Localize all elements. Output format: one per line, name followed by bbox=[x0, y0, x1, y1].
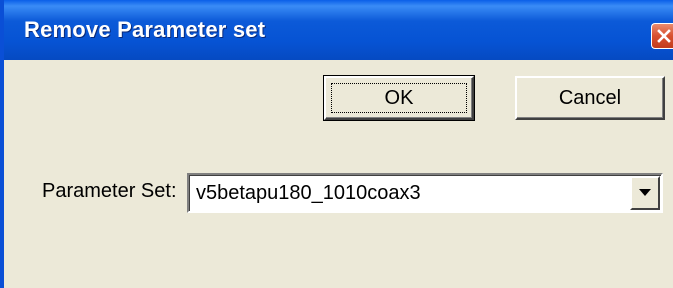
parameter-set-value: v5betapu180_1010coax3 bbox=[196, 182, 421, 204]
cancel-button-label: Cancel bbox=[558, 86, 622, 109]
remove-parameter-set-dialog: Remove Parameter set OK Cancel Parameter… bbox=[0, 0, 673, 288]
window-title: Remove Parameter set bbox=[24, 17, 266, 42]
close-button[interactable] bbox=[651, 23, 673, 49]
dialog-body: OK Cancel Parameter Set: v5betapu180_101… bbox=[8, 60, 673, 288]
parameter-set-dropdown[interactable]: v5betapu180_1010coax3 bbox=[187, 173, 663, 213]
dropdown-button[interactable] bbox=[630, 176, 660, 210]
cancel-button[interactable]: Cancel bbox=[515, 76, 665, 120]
ok-button[interactable]: OK bbox=[323, 75, 475, 121]
chevron-down-icon bbox=[639, 189, 651, 196]
parameter-set-label: Parameter Set: bbox=[42, 180, 177, 202]
focus-rectangle bbox=[331, 83, 467, 113]
close-icon bbox=[657, 29, 671, 43]
title-bar[interactable]: Remove Parameter set bbox=[4, 0, 673, 60]
